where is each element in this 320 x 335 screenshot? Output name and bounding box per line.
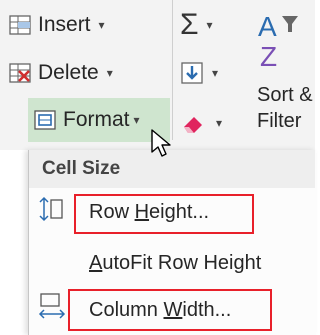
column-width-icon xyxy=(38,292,66,325)
format-dropdown-icon[interactable]: ▾ xyxy=(134,113,140,127)
autosum-button[interactable]: Σ ▾ xyxy=(180,6,236,44)
delete-cells-icon xyxy=(8,61,32,85)
svg-text:Z: Z xyxy=(260,41,277,70)
column-width-highlight-box xyxy=(68,289,272,331)
fill-dropdown-icon[interactable]: ▾ xyxy=(212,66,218,80)
fill-button[interactable]: ▾ xyxy=(180,54,236,92)
row-height-highlight-box xyxy=(74,194,254,234)
delete-button[interactable]: Delete ▾ xyxy=(8,54,168,92)
autofit-row-access-key: A xyxy=(89,252,103,274)
format-button[interactable]: Format ▾ xyxy=(28,98,170,142)
clear-dropdown-icon[interactable]: ▾ xyxy=(216,116,222,130)
insert-dropdown-icon[interactable]: ▾ xyxy=(99,18,105,32)
autofit-row-height-menu-item[interactable]: AutoFit Row Height xyxy=(89,252,261,275)
delete-label: Delete xyxy=(38,61,99,84)
sigma-icon: Σ xyxy=(180,8,199,41)
sort-filter-label-line1: Sort & xyxy=(257,84,313,106)
ribbon-separator xyxy=(172,0,173,140)
insert-button[interactable]: Insert ▾ xyxy=(8,6,168,44)
sort-filter-button[interactable]: A Z Sort & Filter xyxy=(252,0,315,150)
row-height-icon xyxy=(38,196,64,227)
autosum-dropdown-icon[interactable]: ▾ xyxy=(207,18,213,32)
clear-button[interactable]: ▾ xyxy=(180,104,236,142)
delete-dropdown-icon[interactable]: ▾ xyxy=(107,66,113,80)
autofit-row-text-post: utoFit Row Height xyxy=(102,252,262,274)
format-cells-icon xyxy=(33,108,57,132)
sort-filter-label-line2: Filter xyxy=(257,110,302,132)
format-label: Format xyxy=(63,108,130,131)
sort-az-icon: A Z xyxy=(256,6,306,70)
eraser-icon xyxy=(180,111,208,135)
fill-down-icon xyxy=(180,61,204,85)
svg-text:A: A xyxy=(258,11,277,42)
insert-label: Insert xyxy=(38,13,91,36)
mouse-pointer-icon xyxy=(150,128,180,167)
insert-cells-icon xyxy=(8,13,32,37)
